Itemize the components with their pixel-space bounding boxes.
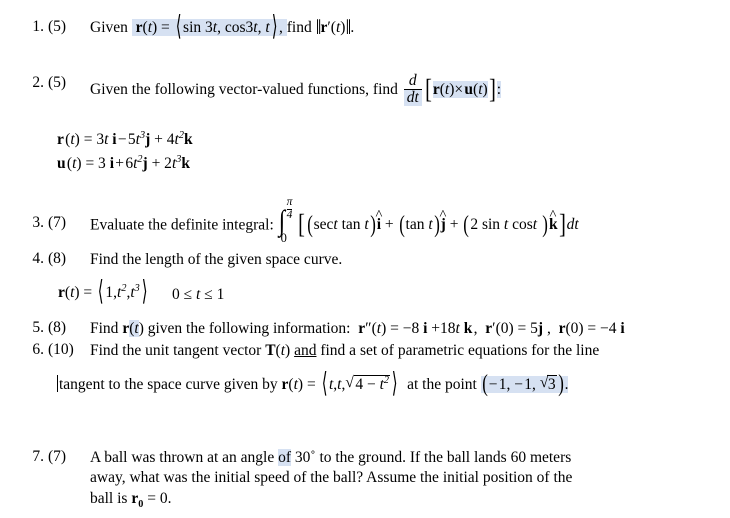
problem-5-body: Find r(t) given the following informatio… [90, 320, 625, 337]
problem-7-points: (7) [48, 448, 67, 465]
problem-6: 6. (10) Find the unit tangent vector T(t… [14, 341, 730, 361]
problem-4-domain: 0 ≤ t ≤ 1 [172, 286, 225, 303]
problem-7-number: 7. [32, 448, 44, 465]
problem-4: 4. (8) Find the length of the given spac… [14, 250, 714, 270]
problem-3: 3. (7) Evaluate the definite integral: ∫… [14, 196, 730, 245]
problem-2-points: (5) [48, 74, 67, 91]
text-cursor [57, 375, 58, 392]
problem-4-number: 4. [32, 250, 44, 267]
problem-1-number: 1. [32, 18, 44, 35]
problem-6-curve: r(t) = ⟨ t,t, √ 4 − t2 ⟩ [281, 369, 398, 400]
integral-upper-limit: π4 [286, 196, 293, 221]
problem-4-body: Find the length of the given space curve… [90, 250, 714, 270]
problem-1-points: (5) [48, 18, 67, 35]
problem-7: 7. (7) A ball was thrown at an angle of … [14, 448, 714, 510]
fraction-numerator: d [408, 72, 417, 89]
problem-3-points: (7) [48, 214, 67, 231]
problem-3-integrand: [(sect tan t)i + (tan t)j + (2 sin t cos… [297, 211, 579, 238]
problem-4-points: (8) [48, 250, 67, 267]
problem-1-expression-2: ‖r′(t)‖. [315, 14, 355, 39]
fraction-denominator: dt [403, 89, 422, 106]
problem-6-line2-text-b: at the point [399, 376, 481, 393]
problem-1-text-before: Given [90, 19, 128, 36]
problem-7-highlighted-word: of [278, 449, 292, 466]
problem-6-body: Find the unit tangent vector T(t) and fi… [90, 342, 600, 359]
problem-5: 5. (8) Find r(t) given the following inf… [14, 319, 730, 339]
problem-2-text-before: Given the following vector-valued functi… [90, 80, 398, 98]
problem-5-number: 5. [32, 319, 44, 336]
problem-3-body: Evaluate the definite integral: ∫ π 4 0 [(se… [90, 196, 730, 245]
worksheet-page: 1. (5) Given r(t) = ⟨ sin 3t, cos3t, t⟩, … [0, 0, 730, 518]
problem-2-number: 2. [32, 74, 44, 91]
problem-7-body: A ball was thrown at an angle of 30˚ to … [90, 448, 714, 510]
problem-1-expression: r(t) = ⟨ sin 3t, cos3t, t⟩, [131, 13, 287, 41]
problem-3-text-before: Evaluate the definite integral: [90, 216, 274, 234]
problem-7-r-zero: r0 [131, 489, 144, 510]
problem-4-curve: r(t) = ⟨ 1,t2,t3⟩ [58, 277, 148, 308]
integral-lower-limit: 0 [280, 230, 287, 245]
problem-1: 1. (5) Given r(t) = ⟨ sin 3t, cos3t, t⟩, … [14, 13, 714, 41]
problem-7-line3-a: ball is [90, 489, 132, 507]
problem-7-line2: away, what was the initial speed of the … [90, 469, 573, 487]
problem-6-number: 6. [32, 341, 44, 358]
problem-5-points: (8) [48, 319, 67, 336]
problem-3-number: 3. [32, 214, 44, 231]
problem-1-text-after: find [286, 19, 312, 36]
derivative-fraction: d dt [403, 72, 422, 106]
problem-6-point: (− 1, − 1, √ 3). [480, 371, 569, 398]
problem-2-function-r: r (t) = 3t i − 5t3j + 4t2k [57, 129, 193, 148]
problem-2: 2. (5) Given the following vector-valued… [14, 72, 724, 107]
problem-7-line1-b: 30˚ to the ground. If the ball lands 60 … [291, 449, 572, 466]
problem-7-line3-c: = 0. [143, 489, 172, 507]
problem-2-body: Given the following vector-valued functi… [90, 72, 724, 107]
problem-6-underlined-and: and [294, 342, 317, 359]
problem-2-function-u: u (t) = 3 i + 6t2j + 2t3k [57, 153, 190, 172]
integral-symbol: ∫ π 4 0 [278, 196, 293, 245]
problem-5-given: r″(t) = −8 i +18t k , r′(0) = 5j , r(0) … [358, 320, 625, 337]
problem-5-r-of-t: r(t) [122, 320, 144, 337]
problem-6-line2: tangent to the space curve given by r(t)… [57, 369, 569, 400]
problem-4-text: Find the length of the given space curve… [90, 251, 343, 268]
problem-2-expression: [r(t)× u(t)]: [424, 73, 501, 104]
problem-7-line1-a: A ball was thrown at an angle [90, 449, 279, 466]
problem-6-line2-text-a: tangent to the space curve given by [59, 376, 282, 393]
problem-6-points: (10) [48, 341, 74, 358]
problem-1-body: Given r(t) = ⟨ sin 3t, cos3t, t⟩, find ‖r… [90, 13, 714, 41]
